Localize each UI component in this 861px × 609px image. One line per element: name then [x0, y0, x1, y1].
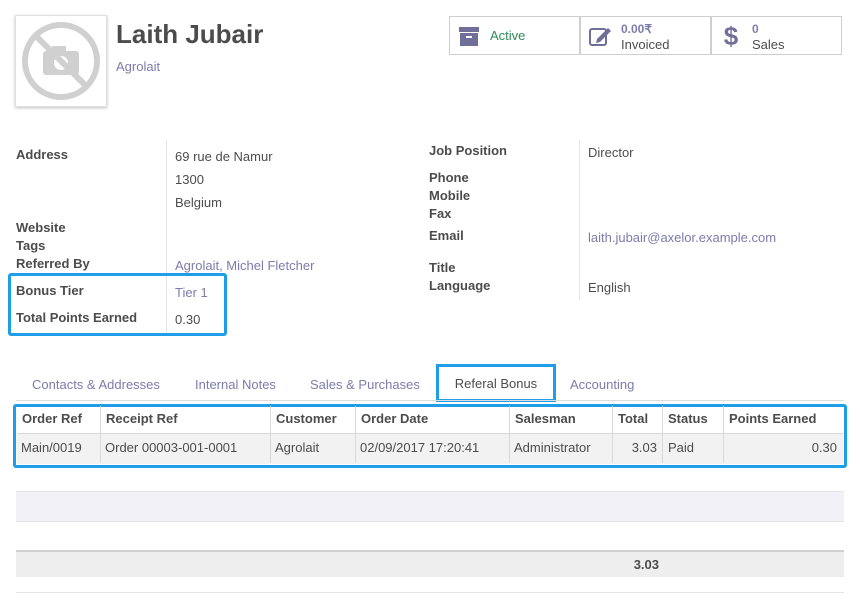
- sales-value: 0: [752, 22, 759, 36]
- dollar-icon: $: [724, 23, 739, 49]
- column-divider: [270, 406, 271, 463]
- tab-referal-bonus[interactable]: Referal Bonus: [436, 364, 556, 402]
- language-label: Language: [429, 278, 491, 293]
- tab-sales-purchases[interactable]: Sales & Purchases: [310, 377, 420, 392]
- cell-order-date: 02/09/2017 17:20:41: [360, 440, 480, 455]
- column-divider: [662, 406, 663, 463]
- row-divider: [16, 521, 844, 522]
- language-value[interactable]: English: [588, 280, 631, 295]
- email-label: Email: [429, 228, 464, 243]
- address-country[interactable]: Belgium: [175, 195, 222, 210]
- job-position-label: Job Position: [429, 143, 507, 158]
- total-points-value: 0.30: [175, 312, 201, 327]
- column-divider: [355, 406, 356, 463]
- column-header-total[interactable]: Total: [618, 408, 648, 433]
- partner-name: Laith Jubair: [116, 19, 264, 49]
- cell-total: 3.03: [631, 440, 657, 455]
- cell-receipt-ref: Order 00003-001-0001: [105, 440, 238, 455]
- website-label: Website: [16, 220, 66, 235]
- fax-label: Fax: [429, 206, 452, 221]
- svg-text:$: $: [724, 23, 739, 49]
- column-header-order-date[interactable]: Order Date: [361, 408, 428, 433]
- tab-underline: [16, 400, 844, 401]
- job-position-value[interactable]: Director: [588, 145, 634, 160]
- cell-salesman: Administrator: [514, 440, 591, 455]
- cell-order-ref: Main/0019: [21, 440, 82, 455]
- total-points-label: Total Points Earned: [16, 310, 138, 325]
- cell-status: Paid: [668, 440, 695, 455]
- phone-label: Phone: [429, 170, 469, 185]
- right-divider: [579, 140, 580, 300]
- empty-row: [16, 492, 844, 521]
- tab-contacts-addresses[interactable]: Contacts & Addresses: [32, 377, 160, 392]
- invoiced-button[interactable]: 0.00₹ Invoiced: [580, 16, 711, 55]
- column-divider: [509, 406, 510, 463]
- row-divider: [16, 592, 844, 593]
- column-header-status[interactable]: Status: [668, 408, 708, 433]
- bonus-tier-value[interactable]: Tier 1: [175, 285, 208, 300]
- column-header-points-earned[interactable]: Points Earned: [729, 408, 816, 433]
- tab-accounting[interactable]: Accounting: [570, 377, 634, 392]
- address-street[interactable]: 69 rue de Namur: [175, 149, 273, 164]
- column-header-customer[interactable]: Customer: [276, 408, 337, 433]
- invoiced-label: Invoiced: [621, 37, 670, 52]
- title-label: Title: [429, 260, 456, 275]
- archive-icon: [459, 27, 479, 46]
- referred-by-label: Referred By: [16, 256, 90, 271]
- column-header-order-ref[interactable]: Order Ref: [22, 408, 82, 433]
- mobile-label: Mobile: [429, 188, 471, 203]
- cell-customer: Agrolait: [275, 440, 320, 455]
- invoiced-value: 0.00₹: [621, 22, 652, 36]
- partner-company-link[interactable]: Agrolait: [116, 59, 160, 74]
- column-divider: [100, 406, 101, 463]
- active-button[interactable]: Active: [449, 16, 580, 55]
- sales-label: Sales: [752, 37, 785, 52]
- tags-label: Tags: [16, 238, 46, 253]
- bonus-tier-label: Bonus Tier: [16, 283, 84, 298]
- sales-button[interactable]: $ 0 Sales: [711, 16, 842, 55]
- pencil-square-icon: [589, 28, 611, 46]
- address-zip[interactable]: 1300: [175, 172, 204, 187]
- cell-points-earned: 0.30: [811, 440, 837, 455]
- address-label: Address: [16, 147, 69, 162]
- camera-off-icon: [22, 22, 100, 100]
- column-header-salesman[interactable]: Salesman: [515, 408, 576, 433]
- active-label: Active: [490, 28, 526, 43]
- column-header-receipt-ref[interactable]: Receipt Ref: [106, 408, 178, 433]
- footer-total: 3.03: [633, 557, 659, 572]
- tab-internal-notes[interactable]: Internal Notes: [195, 377, 276, 392]
- avatar[interactable]: [15, 15, 107, 107]
- referred-by-value[interactable]: Agrolait, Michel Fletcher: [175, 258, 314, 273]
- table-footer: [16, 550, 844, 577]
- email-value[interactable]: laith.jubair@axelor.example.com: [588, 230, 776, 245]
